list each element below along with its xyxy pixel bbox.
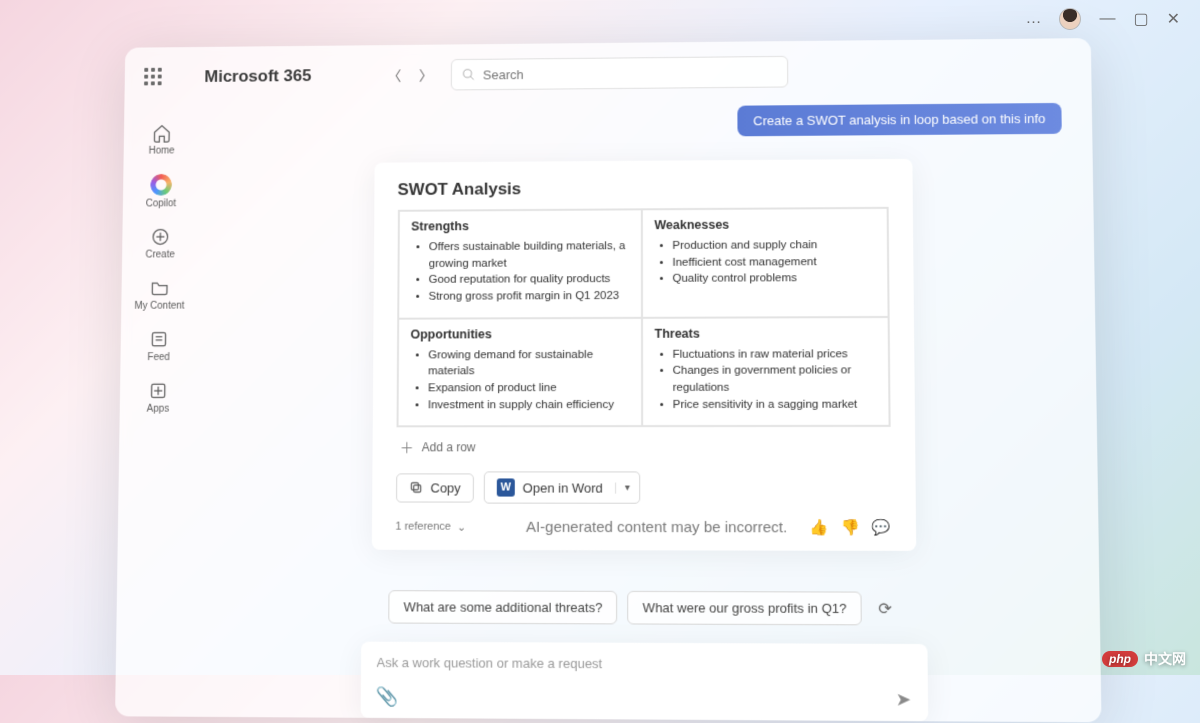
swot-weaknesses[interactable]: Weaknesses Production and supply chain I… (641, 208, 888, 318)
more-feedback-icon[interactable]: 💬 (872, 519, 891, 537)
swot-item: Inefficient cost management (672, 254, 874, 272)
open-in-word-button[interactable]: W Open in Word ▾ (484, 472, 640, 504)
swot-heading: Threats (655, 326, 876, 341)
swot-heading: Weaknesses (654, 217, 874, 232)
maximize-button[interactable]: ▢ (1133, 9, 1148, 29)
response-card: SWOT Analysis Strengths Offers sustainab… (371, 159, 915, 551)
chat-area: Create a SWOT analysis in loop based on … (192, 93, 1101, 723)
swot-item: Production and supply chain (672, 237, 874, 255)
more-menu[interactable]: … (1025, 10, 1041, 28)
search-box[interactable] (450, 56, 787, 91)
swot-item: Strong gross profit margin in Q1 2023 (428, 288, 628, 305)
home-icon (152, 123, 172, 143)
apps-icon (148, 381, 168, 401)
reference-label: 1 reference (395, 521, 451, 533)
app-launcher-icon[interactable] (144, 68, 164, 88)
add-row-label: Add a row (422, 441, 476, 455)
ai-disclaimer: AI-generated content may be incorrect. (526, 519, 787, 537)
search-icon (461, 68, 475, 82)
watermark-text: 中文网 (1144, 649, 1186, 669)
sidebar-item-apps[interactable]: Apps (147, 381, 170, 415)
composer-input[interactable] (376, 655, 910, 673)
swot-item: Good reputation for quality products (429, 271, 629, 288)
app-window: Microsoft 365 〈 〉 Home Copilot Create My… (115, 38, 1101, 722)
watermark-badge: php (1102, 651, 1138, 667)
copy-icon (409, 481, 423, 495)
swot-item: Investment in supply chain efficiency (428, 397, 629, 414)
swot-item: Quality control problems (672, 270, 874, 288)
swot-item: Changes in government policies or regula… (673, 363, 876, 397)
word-icon: W (497, 479, 515, 497)
feed-icon (149, 329, 169, 349)
response-title: SWOT Analysis (398, 177, 889, 200)
brand-title: Microsoft 365 (204, 66, 311, 86)
swot-item: Fluctuations in raw material prices (673, 346, 876, 363)
nav-back-icon[interactable]: 〈 (382, 61, 408, 89)
account-avatar[interactable] (1059, 8, 1081, 30)
references-toggle[interactable]: 1 reference ⌄ (395, 520, 466, 533)
swot-item: Offers sustainable building materials, a… (429, 238, 629, 272)
swot-grid: Strengths Offers sustainable building ma… (396, 207, 890, 428)
sidebar-item-create[interactable]: Create (145, 227, 175, 261)
swot-heading: Strengths (411, 218, 628, 233)
sidebar-item-home[interactable]: Home (149, 123, 175, 156)
chevron-down-icon: ⌄ (457, 521, 466, 534)
user-message: Create a SWOT analysis in loop based on … (737, 103, 1062, 136)
sidebar-item-label: Copilot (146, 198, 176, 209)
sidebar-item-copilot[interactable]: Copilot (146, 174, 177, 209)
chevron-down-icon[interactable]: ▾ (615, 482, 633, 493)
suggestion-row: What are some additional threats? What w… (389, 591, 899, 626)
sidebar-item-my-content[interactable]: My Content (134, 278, 184, 312)
send-icon[interactable]: ➤ (895, 690, 911, 712)
sidebar-item-label: Feed (147, 352, 169, 363)
thumbs-down-icon[interactable]: 👎 (841, 519, 860, 537)
minimize-button[interactable]: — (1099, 10, 1115, 28)
thumbs-up-icon[interactable]: 👍 (810, 519, 829, 537)
swot-strengths[interactable]: Strengths Offers sustainable building ma… (398, 209, 642, 318)
plus-icon: ＋ (400, 438, 414, 458)
suggestion-chip[interactable]: What are some additional threats? (389, 591, 618, 625)
swot-item: Growing demand for sustainable materials (428, 347, 628, 381)
sidebar-item-label: Create (145, 249, 174, 260)
sidebar-item-label: My Content (134, 301, 184, 312)
swot-opportunities[interactable]: Opportunities Growing demand for sustain… (397, 318, 642, 427)
swot-item: Expansion of product line (428, 380, 629, 397)
add-row-button[interactable]: ＋ Add a row (396, 427, 891, 461)
copy-button[interactable]: Copy (396, 473, 474, 502)
nav-forward-icon[interactable]: 〉 (413, 61, 439, 89)
watermark: php 中文网 (1102, 649, 1186, 669)
swot-item: Price sensitivity in a sagging market (673, 396, 876, 413)
top-bar: Microsoft 365 〈 〉 (125, 48, 1092, 98)
composer[interactable]: 📎 ➤ (360, 642, 928, 722)
close-button[interactable]: ✕ (1167, 9, 1180, 29)
create-icon (150, 227, 170, 247)
suggestion-chip[interactable]: What were our gross profits in Q1? (628, 591, 862, 625)
copy-label: Copy (430, 480, 460, 495)
swot-heading: Opportunities (410, 327, 628, 342)
copilot-icon (150, 174, 172, 196)
refresh-suggestions-icon[interactable]: ⟳ (872, 599, 898, 620)
open-in-word-label: Open in Word (523, 480, 603, 495)
swot-threats[interactable]: Threats Fluctuations in raw material pri… (641, 317, 889, 427)
sidebar: Home Copilot Create My Content Feed Apps (115, 105, 200, 716)
sidebar-item-label: Apps (147, 404, 170, 415)
attach-icon[interactable]: 📎 (376, 687, 399, 708)
sidebar-item-feed[interactable]: Feed (147, 329, 170, 363)
folder-icon (150, 278, 170, 298)
search-input[interactable] (483, 64, 777, 81)
sidebar-item-label: Home (149, 146, 175, 157)
